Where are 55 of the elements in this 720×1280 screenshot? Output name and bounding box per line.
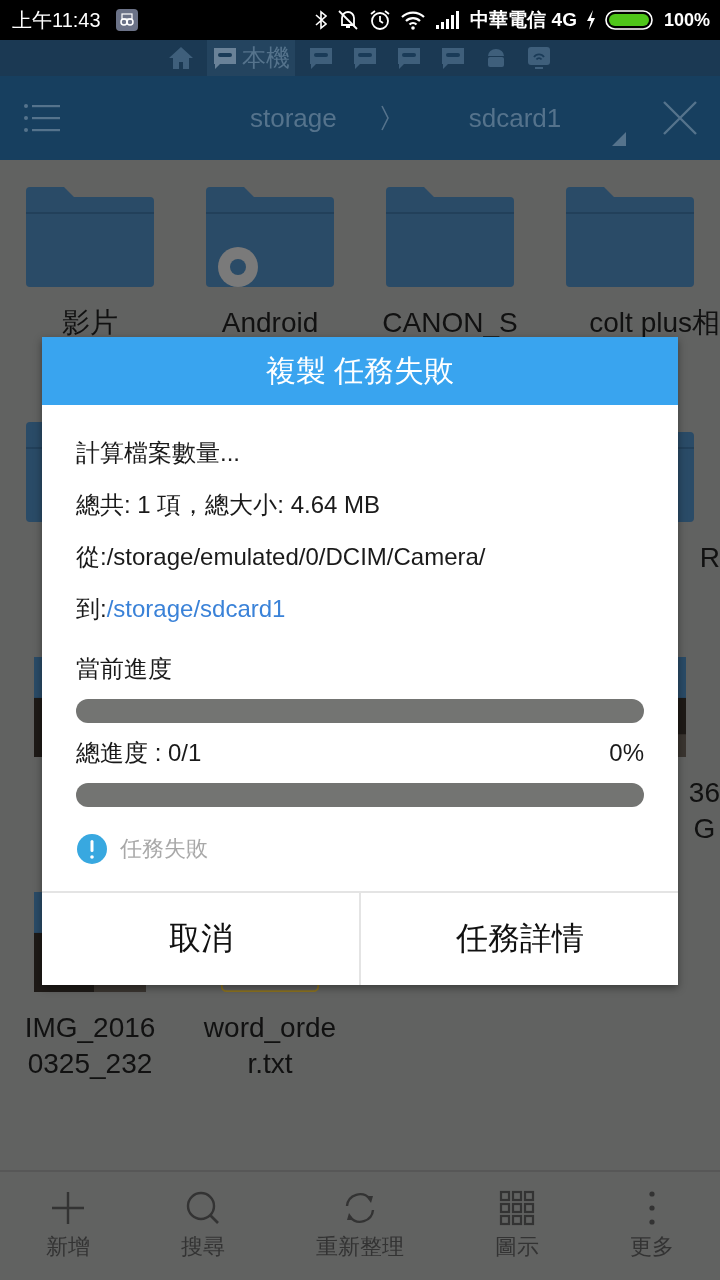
dropdown-corner-icon[interactable] bbox=[612, 132, 626, 146]
sd-card-icon bbox=[440, 46, 466, 70]
grid-icon bbox=[499, 1190, 536, 1226]
carrier-name: 中華電信 4G bbox=[470, 8, 577, 32]
dialog-button[interactable]: 任務詳情 bbox=[359, 893, 678, 985]
alarm-icon bbox=[369, 9, 392, 31]
gallery-icon bbox=[115, 9, 138, 31]
file-name: CANON_S bbox=[382, 306, 518, 340]
path-segment[interactable]: storage bbox=[250, 102, 337, 134]
folder-icon[interactable] bbox=[386, 187, 514, 287]
menu-icon[interactable] bbox=[24, 103, 60, 133]
battery-percent: 100% bbox=[663, 9, 710, 31]
file-name: Android bbox=[221, 306, 319, 340]
sd-card-icon bbox=[396, 46, 422, 70]
progress-label: 當前進度 bbox=[76, 654, 173, 684]
folder-icon[interactable] bbox=[566, 187, 694, 287]
battery-icon bbox=[604, 9, 655, 31]
file-name: 0325_232 bbox=[27, 1047, 153, 1081]
close-icon[interactable] bbox=[662, 100, 698, 136]
bluetooth-icon bbox=[315, 10, 328, 30]
file-name: G bbox=[693, 812, 716, 846]
settings-folder-icon[interactable] bbox=[206, 187, 334, 287]
file-name: r.txt bbox=[247, 1047, 293, 1081]
charging-icon bbox=[585, 10, 596, 30]
plus-icon bbox=[49, 1190, 86, 1226]
folder-icon[interactable] bbox=[26, 187, 154, 287]
sd-card-icon bbox=[352, 46, 378, 70]
chevron-icon bbox=[380, 105, 389, 131]
search-icon bbox=[184, 1190, 221, 1226]
clock: 上午11:43 bbox=[12, 7, 101, 33]
source-path: 從:/storage/emulated/0/DCIM/Camera/ bbox=[76, 542, 487, 572]
sd-card-icon bbox=[308, 46, 334, 70]
status-text: 任務失敗 bbox=[120, 835, 208, 863]
signal-icon bbox=[435, 10, 462, 30]
file-name: IMG_2016 bbox=[24, 1011, 156, 1045]
file-name: colt plus相 bbox=[589, 306, 720, 340]
progress-label: 總進度 : 0/1 bbox=[76, 738, 202, 768]
total-text: 總共: 1 項，總大小: 4.64 MB bbox=[76, 490, 382, 520]
screen-wifi-icon bbox=[526, 45, 552, 71]
destination-label: 到: bbox=[76, 595, 107, 622]
file-name: word_orde bbox=[203, 1011, 337, 1045]
destination-link[interactable]: /storage/sdcard1 bbox=[106, 595, 286, 622]
counting-text: 計算檔案數量... bbox=[76, 438, 241, 468]
alert-icon bbox=[76, 833, 108, 865]
file-name: 36 bbox=[688, 776, 720, 810]
dialog-button[interactable]: 取消 bbox=[42, 893, 359, 985]
wifi-icon bbox=[400, 10, 427, 30]
dialog-title: 複製 任務失敗 bbox=[42, 337, 678, 405]
file-name: 影片 bbox=[62, 306, 118, 340]
progress-percent: 0% bbox=[609, 738, 644, 768]
path-segment[interactable]: sdcard1 bbox=[468, 102, 562, 134]
home-icon bbox=[168, 46, 194, 70]
file-name: R bbox=[699, 541, 720, 575]
sd-card-icon bbox=[212, 46, 238, 70]
more-icon bbox=[649, 1190, 656, 1226]
